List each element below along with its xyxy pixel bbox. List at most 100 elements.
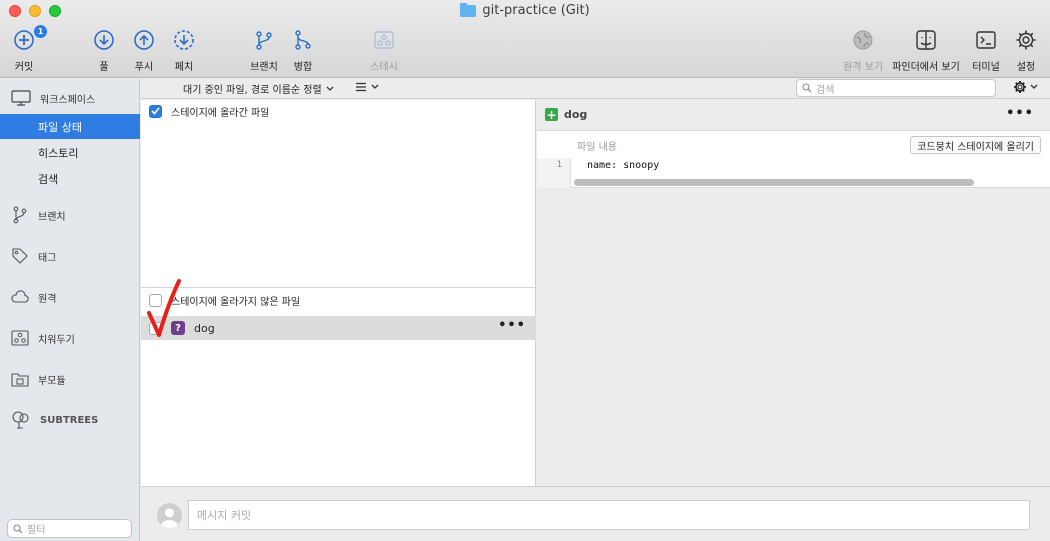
terminal-button[interactable]: 터미널	[964, 28, 1008, 73]
sidebar-item-file-status[interactable]: 파일 상태	[0, 114, 140, 139]
fetch-label: 페치	[174, 62, 194, 73]
window-title: git-practice (Git)	[0, 2, 1050, 18]
sidebar-group-subtrees-label: SUBTREES	[40, 414, 99, 426]
file-list-header: 대기 중인 파일, 경로 이름순 정렬 검색	[141, 79, 1050, 99]
sidebar-group-remotes[interactable]: 원격	[0, 286, 140, 308]
sidebar: 워크스페이스 파일 상태 히스토리 검색 브랜치 태그 원격 치워두기 부모듈 …	[0, 79, 140, 541]
finder-icon	[914, 28, 938, 52]
diff-pane: + dog ••• 파일 내용 코드뭉치 스테이지에 올리기 1 name: s…	[537, 100, 1050, 486]
search-placeholder: 검색	[816, 84, 835, 96]
merge-button[interactable]: 병합	[281, 28, 325, 73]
sort-dropdown-label: 대기 중인 파일, 경로 이름순 정렬	[183, 85, 322, 96]
commit-label: 커밋	[14, 62, 34, 73]
stash-button[interactable]: 스테시	[362, 28, 406, 73]
fetch-button[interactable]: 페치	[162, 28, 206, 73]
sidebar-group-stashes-label: 치워두기	[38, 334, 75, 346]
sidebar-group-tags-label: 태그	[38, 252, 57, 264]
push-label: 푸시	[134, 62, 154, 73]
file-status-pane: 스테이지에 올라간 파일 스테이지에 올라가지 않은 파일 ? dog •••	[141, 100, 536, 486]
show-in-finder-button[interactable]: 파인더에서 보기	[892, 28, 960, 73]
staged-files-checkbox[interactable]	[149, 104, 162, 118]
tag-icon	[12, 248, 28, 264]
file-row[interactable]: ? dog •••	[141, 316, 536, 340]
submodule-folder-icon	[11, 373, 29, 387]
branch-icon	[252, 28, 276, 52]
toolbar: git-practice (Git) 1 커밋 풀 푸시 페치 브랜치 병합 스…	[0, 0, 1050, 78]
sidebar-group-tags[interactable]: 태그	[0, 245, 140, 267]
window-title-text: git-practice (Git)	[482, 3, 590, 18]
stash-icon	[372, 28, 396, 52]
pane-divider[interactable]	[141, 287, 536, 288]
remote-view-label: 원격 보기	[843, 62, 883, 73]
sidebar-group-branches[interactable]: 브랜치	[0, 204, 140, 226]
staged-files-label: 스테이지에 올라간 파일	[171, 107, 270, 119]
arrow-up-circle-icon	[132, 28, 156, 52]
globe-icon	[851, 28, 875, 52]
sidebar-item-history[interactable]: 히스토리	[0, 140, 140, 165]
show-in-finder-label: 파인더에서 보기	[892, 62, 960, 73]
list-icon	[356, 82, 366, 92]
diff-hunk: 파일 내용 코드뭉치 스테이지에 올리기 1 name: snoopy	[537, 130, 1050, 188]
unstaged-files-label: 스테이지에 올라가지 않은 파일	[171, 296, 301, 308]
pull-label: 풀	[99, 62, 109, 73]
commit-area: 메시지 커밋	[141, 486, 1050, 541]
sidebar-group-submodules[interactable]: 부모듈	[0, 368, 140, 390]
view-mode-dropdown[interactable]	[355, 82, 379, 92]
folder-icon	[460, 2, 477, 17]
stage-hunk-button[interactable]: 코드뭉치 스테이지에 올리기	[910, 136, 1041, 154]
stash-label: 스테시	[370, 62, 398, 73]
red-checkmark-annotation-icon	[147, 279, 181, 337]
diff-header: + dog •••	[537, 100, 1050, 129]
commit-message-input[interactable]: 메시지 커밋	[188, 500, 1030, 530]
settings-label: 설정	[1016, 62, 1036, 73]
merge-label: 병합	[293, 62, 313, 73]
push-button[interactable]: 푸시	[122, 28, 166, 73]
monitor-icon	[11, 90, 31, 106]
branch-label: 브랜치	[250, 62, 278, 73]
sidebar-item-label: 검색	[38, 172, 59, 186]
horizontal-scrollbar[interactable]	[574, 179, 974, 186]
sidebar-item-search[interactable]: 검색	[0, 166, 140, 191]
chevron-down-icon	[1030, 84, 1038, 89]
sidebar-item-label: 히스토리	[38, 146, 79, 160]
stash-icon	[11, 330, 29, 346]
code-line: name: snoopy	[587, 160, 660, 171]
search-input[interactable]: 검색	[796, 79, 996, 97]
fetch-icon	[172, 28, 196, 52]
pull-button[interactable]: 풀	[82, 28, 126, 73]
commit-button[interactable]: 1 커밋	[2, 25, 47, 73]
sidebar-group-workspace[interactable]: 워크스페이스	[0, 87, 140, 109]
unstaged-files-header: 스테이지에 올라가지 않은 파일	[141, 289, 536, 311]
terminal-icon	[974, 28, 998, 52]
search-icon	[802, 83, 812, 93]
sidebar-group-subtrees[interactable]: SUBTREES	[0, 409, 140, 431]
diff-more-options-button[interactable]: •••	[1006, 106, 1034, 121]
merge-icon	[291, 28, 315, 52]
hunk-title: 파일 내용	[577, 142, 617, 153]
sort-dropdown[interactable]: 대기 중인 파일, 경로 이름순 정렬	[183, 81, 334, 96]
commit-message-placeholder: 메시지 커밋	[197, 509, 252, 522]
chevron-down-icon	[371, 84, 379, 89]
settings-button[interactable]: 설정	[1004, 28, 1048, 73]
sidebar-filter-input[interactable]: 필터	[7, 519, 132, 538]
sidebar-item-label: 파일 상태	[38, 120, 82, 134]
user-avatar-icon	[160, 508, 179, 528]
sidebar-group-remotes-label: 원격	[38, 293, 57, 305]
branch-icon	[13, 206, 27, 224]
remote-view-button[interactable]: 원격 보기	[840, 28, 886, 73]
sidebar-group-stashes[interactable]: 치워두기	[0, 327, 140, 349]
search-icon	[13, 523, 23, 533]
commit-count-badge: 1	[34, 25, 47, 38]
terminal-label: 터미널	[972, 62, 1000, 73]
sidebar-group-submodules-label: 부모듈	[38, 375, 66, 387]
cloud-icon	[11, 290, 29, 303]
sidebar-filter-placeholder: 필터	[27, 525, 46, 536]
branch-button[interactable]: 브랜치	[242, 28, 286, 73]
file-more-options-button[interactable]: •••	[498, 318, 526, 333]
staged-files-header: 스테이지에 올라간 파일	[141, 100, 536, 122]
actions-menu-button[interactable]	[1013, 80, 1038, 94]
gear-icon	[1014, 81, 1026, 93]
sidebar-group-branches-label: 브랜치	[38, 211, 66, 223]
chevron-down-icon	[326, 86, 334, 91]
avatar	[157, 503, 182, 528]
